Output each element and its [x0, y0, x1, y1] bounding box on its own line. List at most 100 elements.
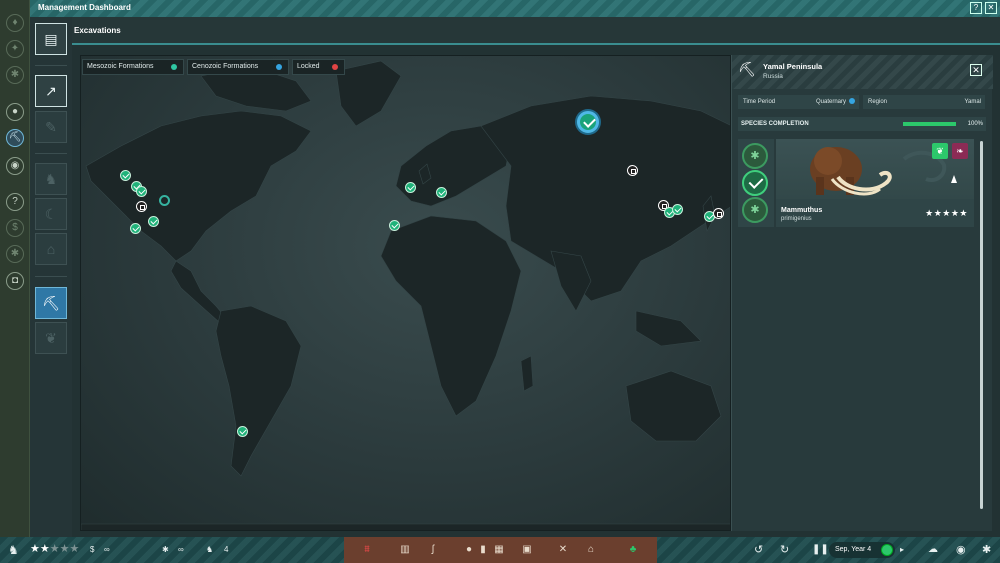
locked-dot: [332, 64, 338, 70]
divider: [35, 276, 67, 277]
dino-icon[interactable]: ♞: [8, 543, 19, 557]
gear-icon[interactable]: ✱: [6, 66, 24, 84]
gate-icon[interactable]: ▥: [398, 543, 412, 557]
world-map[interactable]: Mesozoic Formations Cenozoic Formations …: [80, 55, 731, 531]
date-text: Sep, Year 4: [835, 546, 872, 553]
eye-icon[interactable]: ◉: [956, 543, 966, 557]
species-genus: Mammuthus: [781, 207, 823, 214]
coin-icon[interactable]: $: [6, 219, 24, 237]
egg-icon[interactable]: ●: [6, 103, 24, 121]
divider: [35, 65, 67, 66]
weather-icon[interactable]: ☁: [928, 543, 938, 557]
pause-icon[interactable]: ❚❚: [812, 543, 829, 557]
dino-icon[interactable]: ʃ: [426, 543, 440, 557]
site-country: Russia: [763, 73, 783, 80]
dome-icon[interactable]: ⌂: [35, 233, 67, 265]
legend-mesozoic[interactable]: Mesozoic Formations: [82, 59, 184, 75]
tools-icon[interactable]: ✕: [556, 543, 570, 557]
dig-site[interactable]: [148, 216, 159, 227]
dino-icon[interactable]: ♦: [6, 14, 24, 32]
dino-icon[interactable]: ♞: [35, 163, 67, 195]
check-icon[interactable]: [742, 170, 768, 196]
panel-scrollbar[interactable]: [980, 141, 983, 509]
game-date[interactable]: Sep, Year 4: [829, 542, 895, 558]
tree-icon[interactable]: ♣: [626, 543, 640, 557]
dig-site[interactable]: [672, 204, 683, 215]
money-value: ∞: [104, 545, 110, 554]
legend-label: Cenozoic Formations: [192, 63, 259, 70]
close-window-button[interactable]: ✕: [985, 2, 997, 14]
report-icon[interactable]: ▤: [35, 23, 67, 55]
species-rating: ★★★★★: [925, 208, 968, 218]
leaf-icon[interactable]: ❦: [35, 322, 67, 354]
paw-icon[interactable]: ✱: [742, 197, 768, 223]
species-card[interactable]: ❦ ❧ Mammuthus primigenius ★★★★★: [776, 139, 974, 227]
dig-site[interactable]: [120, 170, 131, 181]
locked-site[interactable]: [136, 201, 147, 212]
redo-icon[interactable]: ↻: [780, 543, 789, 557]
field-label: Region: [868, 99, 888, 105]
divider: [35, 153, 67, 154]
fossil-icon[interactable]: ✦: [6, 40, 24, 58]
speed-icon[interactable]: [881, 544, 893, 556]
completion-bar: [903, 122, 956, 126]
blank-icon[interactable]: ✎: [35, 111, 67, 143]
locked-site[interactable]: [627, 165, 638, 176]
building-icon[interactable]: ▣: [520, 543, 534, 557]
scroll-thumb[interactable]: [980, 141, 983, 509]
help-icon[interactable]: ?: [6, 193, 24, 211]
dig-icon[interactable]: ⛏: [35, 287, 67, 319]
dig-site[interactable]: [237, 426, 248, 437]
cenozoic-dot: [276, 64, 282, 70]
section-header: Excavations: [72, 17, 1000, 45]
park-rating: ★★★★★: [30, 542, 79, 556]
chart-icon[interactable]: ↗: [35, 75, 67, 107]
dig-site[interactable]: [389, 220, 400, 231]
camera-icon[interactable]: ◘: [6, 272, 24, 290]
feather-icon: ❧: [952, 143, 968, 159]
shelter-icon[interactable]: ⌂: [584, 543, 598, 557]
rating-off: ★★★: [49, 543, 80, 555]
mammoth-image: ❦ ❧: [776, 139, 974, 199]
shop-icon[interactable]: ▦: [492, 543, 506, 557]
dig-site[interactable]: [136, 186, 147, 197]
title-bar: Management Dashboard ? ✕: [30, 0, 1000, 17]
window-title: Management Dashboard: [38, 3, 131, 12]
dig-site[interactable]: [436, 187, 447, 198]
paw-icon[interactable]: ✱: [742, 143, 768, 169]
site-name: Yamal Peninsula: [763, 62, 823, 71]
dinosaur-count-icon: ♞: [206, 545, 214, 554]
field-label: Time Period: [743, 99, 776, 105]
site-detail-panel: ⛏ Yamal Peninsula Russia ✕ Time Period Q…: [731, 55, 993, 531]
research-value: ∞: [178, 545, 184, 554]
fossil-stages: ✱ ✱: [738, 139, 774, 227]
egg-icon[interactable]: ●: [462, 543, 476, 557]
time-period-field: Time Period Quaternary: [738, 95, 859, 109]
dig-site[interactable]: [130, 223, 141, 234]
fence-icon[interactable]: ⩩: [360, 543, 374, 557]
leaf-icon: ❦: [932, 143, 948, 159]
legend-cenozoic[interactable]: Cenozoic Formations: [187, 59, 289, 75]
undo-icon[interactable]: ↺: [754, 543, 763, 557]
coin-icon: $: [90, 545, 95, 554]
completion-label: SPECIES COMPLETION: [741, 121, 809, 127]
hatchery-icon[interactable]: ▮: [476, 543, 490, 557]
build-toolbar: ⩩ ▥ ʃ ● ▮ ▦ ▣ ✕ ⌂ ♣: [344, 537, 657, 563]
eye-icon[interactable]: ◉: [6, 157, 24, 175]
close-panel-button[interactable]: ✕: [970, 64, 982, 76]
excavate-icon[interactable]: ⛏: [6, 129, 24, 147]
locked-site[interactable]: [713, 208, 724, 219]
selected-dig-site[interactable]: [577, 111, 599, 133]
dashboard-tabs: ▤ ↗ ✎ ♞ ☾ ⌂ ⛏ ❦: [30, 17, 72, 537]
play-icon[interactable]: ▸: [900, 543, 904, 557]
help-button[interactable]: ?: [970, 2, 982, 14]
settings-icon[interactable]: ✱: [982, 543, 991, 557]
species-name: primigenius: [781, 216, 812, 222]
moon-icon[interactable]: ☾: [35, 198, 67, 230]
legend-locked[interactable]: Locked: [292, 59, 345, 75]
research-icon: ✱: [162, 545, 169, 554]
dig-site[interactable]: [405, 182, 416, 193]
dig-site[interactable]: [159, 195, 170, 206]
bottom-bar: ♞ ★★★★★ $ ∞ ✱ ∞ ♞ 4 ⩩ ▥ ʃ ● ▮ ▦ ▣ ✕ ⌂ ♣ …: [0, 537, 1000, 563]
settings-icon[interactable]: ✱: [6, 245, 24, 263]
